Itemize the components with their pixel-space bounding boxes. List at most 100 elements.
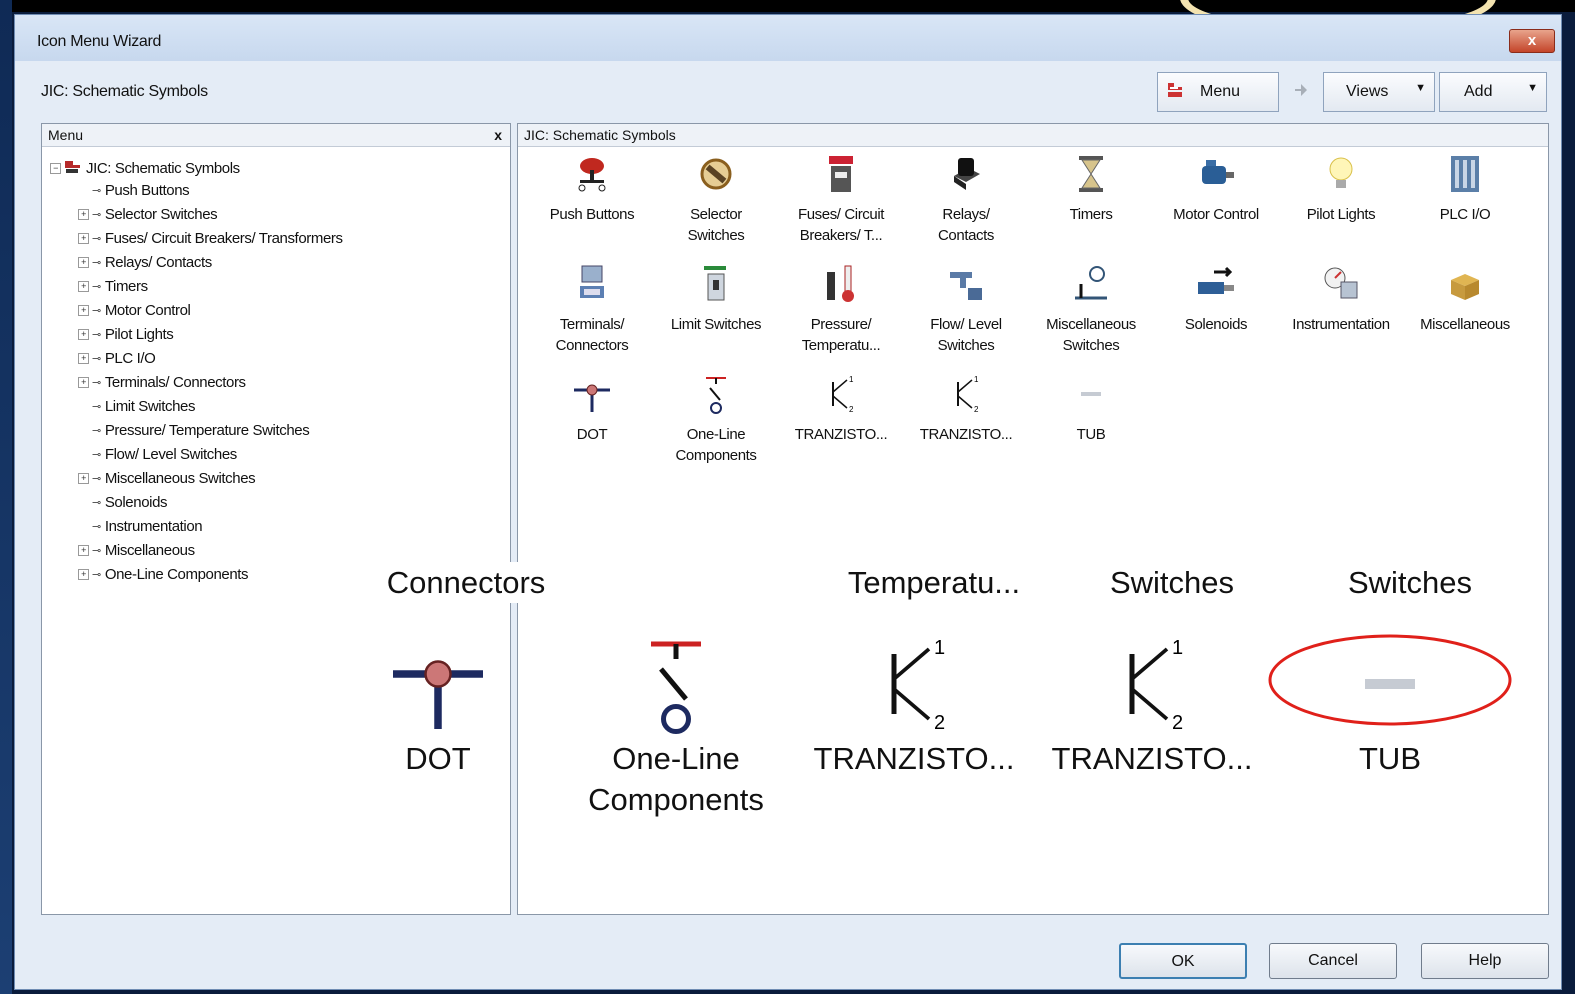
node-icon: ⊸ — [92, 281, 101, 293]
selector-switch-icon — [654, 154, 778, 194]
tree-item[interactable]: + ⊸ Selector Switches — [78, 206, 218, 223]
tree-root[interactable]: − JIC: Schematic Symbols — [50, 158, 240, 178]
icon-label-line1: TUB — [1076, 426, 1106, 443]
tree-item-label: Push Buttons — [104, 182, 190, 199]
icon-item[interactable]: TUB — [1029, 374, 1153, 445]
close-window-button[interactable]: x — [1509, 29, 1555, 53]
svg-text:1: 1 — [1172, 637, 1183, 659]
add-dropdown[interactable]: Add ▼ — [1439, 72, 1547, 112]
icon-item-label: Push Buttons — [530, 204, 654, 225]
expand-icon[interactable]: + — [78, 569, 89, 580]
icon-item[interactable]: Push Buttons — [530, 154, 654, 225]
icon-label-line1: PLC I/O — [1439, 206, 1491, 223]
help-button[interactable]: Help — [1421, 943, 1549, 979]
tree-item[interactable]: ⊸ Flow/ Level Switches — [78, 446, 237, 463]
ok-button[interactable]: OK — [1119, 943, 1247, 979]
menu-icon — [1166, 81, 1184, 104]
icon-item[interactable]: Pilot Lights — [1279, 154, 1403, 225]
icon-item[interactable]: Pressure/Temperatu... — [779, 264, 903, 356]
tree-item[interactable]: + ⊸ Motor Control — [78, 302, 191, 319]
icon-item[interactable]: DOT — [530, 374, 654, 445]
menu-pane-header: Menu x — [42, 124, 510, 147]
tree-item[interactable]: + ⊸ Pilot Lights — [78, 326, 174, 343]
views-dropdown[interactable]: Views ▼ — [1323, 72, 1435, 112]
icon-item[interactable]: Selector Switches — [654, 154, 778, 246]
expand-icon[interactable]: + — [78, 545, 89, 556]
svg-text:2: 2 — [849, 405, 854, 414]
node-icon: ⊸ — [92, 185, 101, 197]
icon-item[interactable]: Miscellaneous Switches — [1029, 264, 1153, 356]
svg-text:2: 2 — [934, 712, 945, 734]
limit-switch-icon — [654, 264, 778, 304]
tree-item[interactable]: + ⊸ PLC I/O — [78, 350, 156, 367]
open-box-icon — [1403, 264, 1527, 304]
tree-item-label: Relays/ Contacts — [104, 254, 212, 271]
node-icon: ⊸ — [92, 521, 101, 533]
tree-item[interactable]: + ⊸ Miscellaneous Switches — [78, 470, 256, 487]
icon-item-label: TUB — [1029, 424, 1153, 445]
icon-item[interactable]: Relays/Contacts — [904, 154, 1028, 246]
node-icon: ⊸ — [92, 233, 101, 245]
icon-menu-wizard-dialog: Icon Menu Wizard x JIC: Schematic Symbol… — [14, 14, 1562, 990]
node-icon: ⊸ — [92, 497, 101, 509]
icon-item-label: Selector Switches — [654, 204, 778, 246]
tree-item[interactable]: + ⊸ Relays/ Contacts — [78, 254, 212, 271]
expand-icon[interactable]: + — [78, 353, 89, 364]
misc-switch-icon — [1029, 264, 1153, 304]
tree-item[interactable]: ⊸ Limit Switches — [78, 398, 195, 415]
expand-icon[interactable]: + — [78, 209, 89, 220]
zoom-label-line2: Components — [588, 782, 764, 817]
icon-item[interactable]: Flow/ Level Switches — [904, 264, 1028, 356]
tree-item[interactable]: ⊸ Pressure/ Temperature Switches — [78, 422, 310, 439]
icon-item[interactable]: Fuses/ Circuit Breakers/ T... — [779, 154, 903, 246]
expand-icon[interactable]: + — [78, 377, 89, 388]
tree-item[interactable]: + ⊸ Fuses/ Circuit Breakers/ Transformers — [78, 230, 343, 247]
icon-item[interactable]: Solenoids — [1154, 264, 1278, 335]
icon-item-label: Timers — [1029, 204, 1153, 225]
tree-item[interactable]: + ⊸ One-Line Components — [78, 566, 249, 583]
menu-button[interactable]: Menu — [1157, 72, 1279, 112]
tree-item[interactable]: ⊸ Solenoids — [78, 494, 168, 511]
icon-item-label: Pilot Lights — [1279, 204, 1403, 225]
icon-item[interactable]: Miscellaneous — [1403, 264, 1527, 335]
expand-icon[interactable]: + — [78, 305, 89, 316]
icon-item-label: Miscellaneous Switches — [1029, 314, 1153, 356]
icon-item[interactable]: Timers — [1029, 154, 1153, 225]
tree-item[interactable]: + ⊸ Miscellaneous — [78, 542, 195, 559]
expand-icon[interactable]: + — [78, 257, 89, 268]
close-pane-icon[interactable]: x — [494, 124, 502, 146]
back-button[interactable] — [1279, 72, 1321, 112]
icon-item[interactable]: Limit Switches — [654, 264, 778, 335]
svg-text:2: 2 — [974, 405, 979, 414]
icon-item[interactable]: One-Line Components — [654, 374, 778, 466]
icon-item-label: Solenoids — [1154, 314, 1278, 335]
icon-item[interactable]: 1 2 TRANZISTO... — [904, 374, 1028, 445]
tree-item[interactable]: + ⊸ Timers — [78, 278, 148, 295]
collapse-icon[interactable]: − — [50, 162, 61, 174]
svg-text:2: 2 — [1172, 712, 1183, 734]
icon-item[interactable]: Motor Control — [1154, 154, 1278, 225]
cancel-button[interactable]: Cancel — [1269, 943, 1397, 979]
expand-icon[interactable]: + — [78, 281, 89, 292]
icon-item[interactable]: Terminals/Connectors — [530, 264, 654, 356]
tree-item-label: Pilot Lights — [104, 326, 174, 343]
icon-item-label: Fuses/ Circuit Breakers/ T... — [779, 204, 903, 246]
icon-item[interactable]: Instrumentation — [1279, 264, 1403, 335]
icon-label-line2: Components — [675, 447, 757, 464]
node-icon: ⊸ — [92, 329, 101, 341]
motor-icon — [1154, 154, 1278, 194]
expand-icon[interactable]: + — [78, 233, 89, 244]
expand-icon[interactable]: + — [78, 329, 89, 340]
node-icon: ⊸ — [92, 473, 101, 485]
expand-icon[interactable]: + — [78, 473, 89, 484]
tree-item[interactable]: ⊸ Instrumentation — [78, 518, 203, 535]
icon-item[interactable]: PLC I/O — [1403, 154, 1527, 225]
transistor-icon: 12 — [779, 374, 903, 414]
tree-item[interactable]: + ⊸ Terminals/ Connectors — [78, 374, 246, 391]
icon-item-label: DOT — [530, 424, 654, 445]
one-line-icon — [654, 374, 778, 414]
zoom-top-label: Temperatu... — [814, 562, 1054, 603]
tree-item[interactable]: ⊸ Push Buttons — [78, 182, 190, 199]
icon-item[interactable]: 1 2 TRANZISTO... — [779, 374, 903, 445]
icon-label-line2: Connectors — [555, 337, 629, 354]
